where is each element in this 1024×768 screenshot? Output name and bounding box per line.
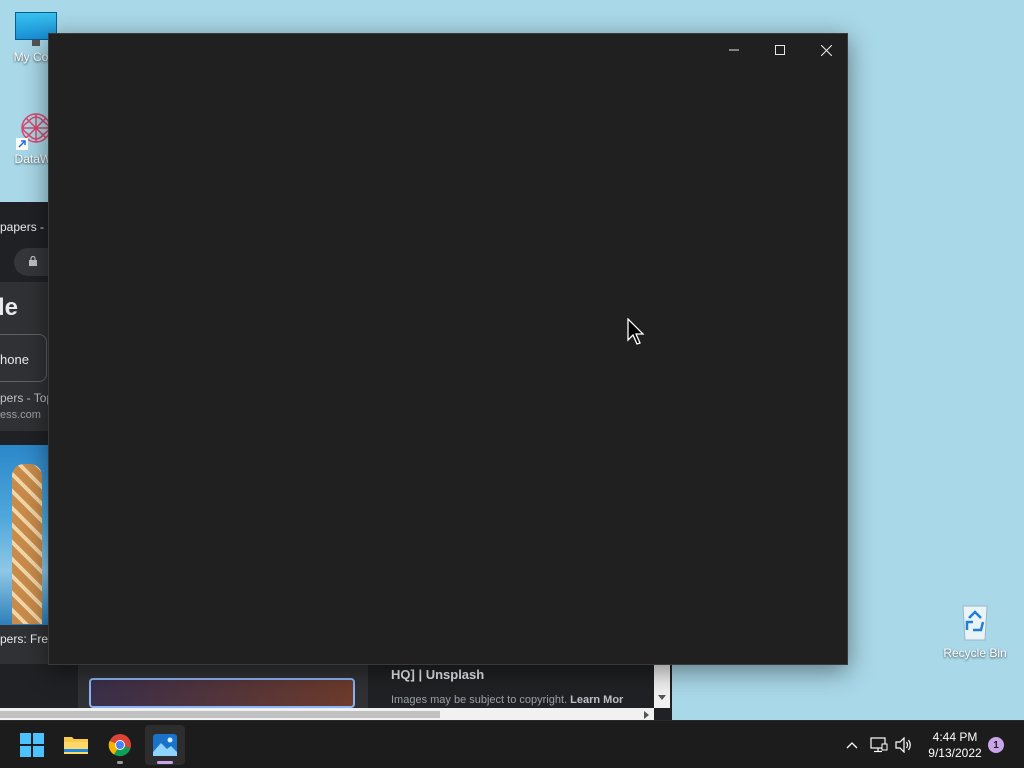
selected-image-thumbnail[interactable] (89, 678, 355, 708)
minimize-button[interactable] (711, 34, 757, 66)
notification-center-button[interactable]: 1 (986, 721, 1006, 768)
volume-icon (895, 737, 911, 753)
taskbar: 4:44 PM 9/13/2022 1 (0, 720, 1024, 768)
chrome-button[interactable] (100, 725, 140, 765)
lock-icon (29, 256, 37, 266)
image-result-title[interactable]: HQ] | Unsplash (391, 667, 484, 682)
copyright-note: Images may be subject to copyright. Lear… (391, 694, 624, 706)
show-hidden-icons-button[interactable] (840, 721, 864, 768)
notification-badge: 1 (988, 737, 1004, 753)
scrollbar-thumb[interactable] (0, 711, 440, 718)
chrome-icon (108, 734, 131, 757)
network-button[interactable] (867, 721, 891, 768)
volume-button[interactable] (892, 721, 916, 768)
background-browser-bottom: HQ] | Unsplash Images may be subject to … (0, 664, 672, 720)
folder-icon (64, 737, 88, 754)
running-indicator (117, 761, 123, 764)
photos-app-window[interactable] (48, 33, 848, 665)
file-explorer-button[interactable] (56, 725, 96, 765)
active-indicator (157, 761, 173, 764)
maximize-button[interactable] (757, 34, 803, 66)
close-icon (820, 44, 832, 56)
mouse-cursor-icon (627, 318, 645, 345)
photos-button[interactable] (145, 725, 185, 765)
desktop-icon-label: Recycle Bin (943, 646, 1007, 660)
result-title[interactable]: pers: Free (0, 632, 55, 646)
desktop-icon-recycle-bin[interactable]: Recycle Bin (935, 600, 1015, 660)
clock-date: 9/13/2022 (928, 746, 982, 760)
result-image-subject (12, 464, 42, 624)
scroll-down-arrow-icon[interactable] (658, 695, 666, 700)
horizontal-scrollbar[interactable] (0, 708, 654, 720)
recycle-bin-icon (955, 600, 995, 644)
filter-chip-label: hone (0, 352, 29, 367)
maximize-icon (775, 45, 785, 55)
close-button[interactable] (803, 34, 849, 66)
vertical-scrollbar[interactable] (654, 664, 670, 708)
start-button[interactable] (12, 725, 52, 765)
photos-icon (153, 734, 177, 756)
clock[interactable]: 4:44 PM 9/13/2022 (920, 721, 990, 768)
result-title[interactable]: pers - Top (0, 391, 53, 405)
scroll-right-arrow-icon[interactable] (644, 711, 649, 719)
search-logo: le (0, 294, 19, 321)
minimize-icon (729, 49, 739, 51)
result-url: ess.com (0, 409, 41, 421)
learn-more-link[interactable]: Learn Mor (570, 694, 623, 706)
chevron-up-icon (846, 742, 858, 749)
page-strip (0, 664, 78, 686)
clock-time: 4:44 PM (932, 730, 978, 744)
network-icon (870, 737, 888, 753)
windows-start-icon (20, 733, 44, 757)
